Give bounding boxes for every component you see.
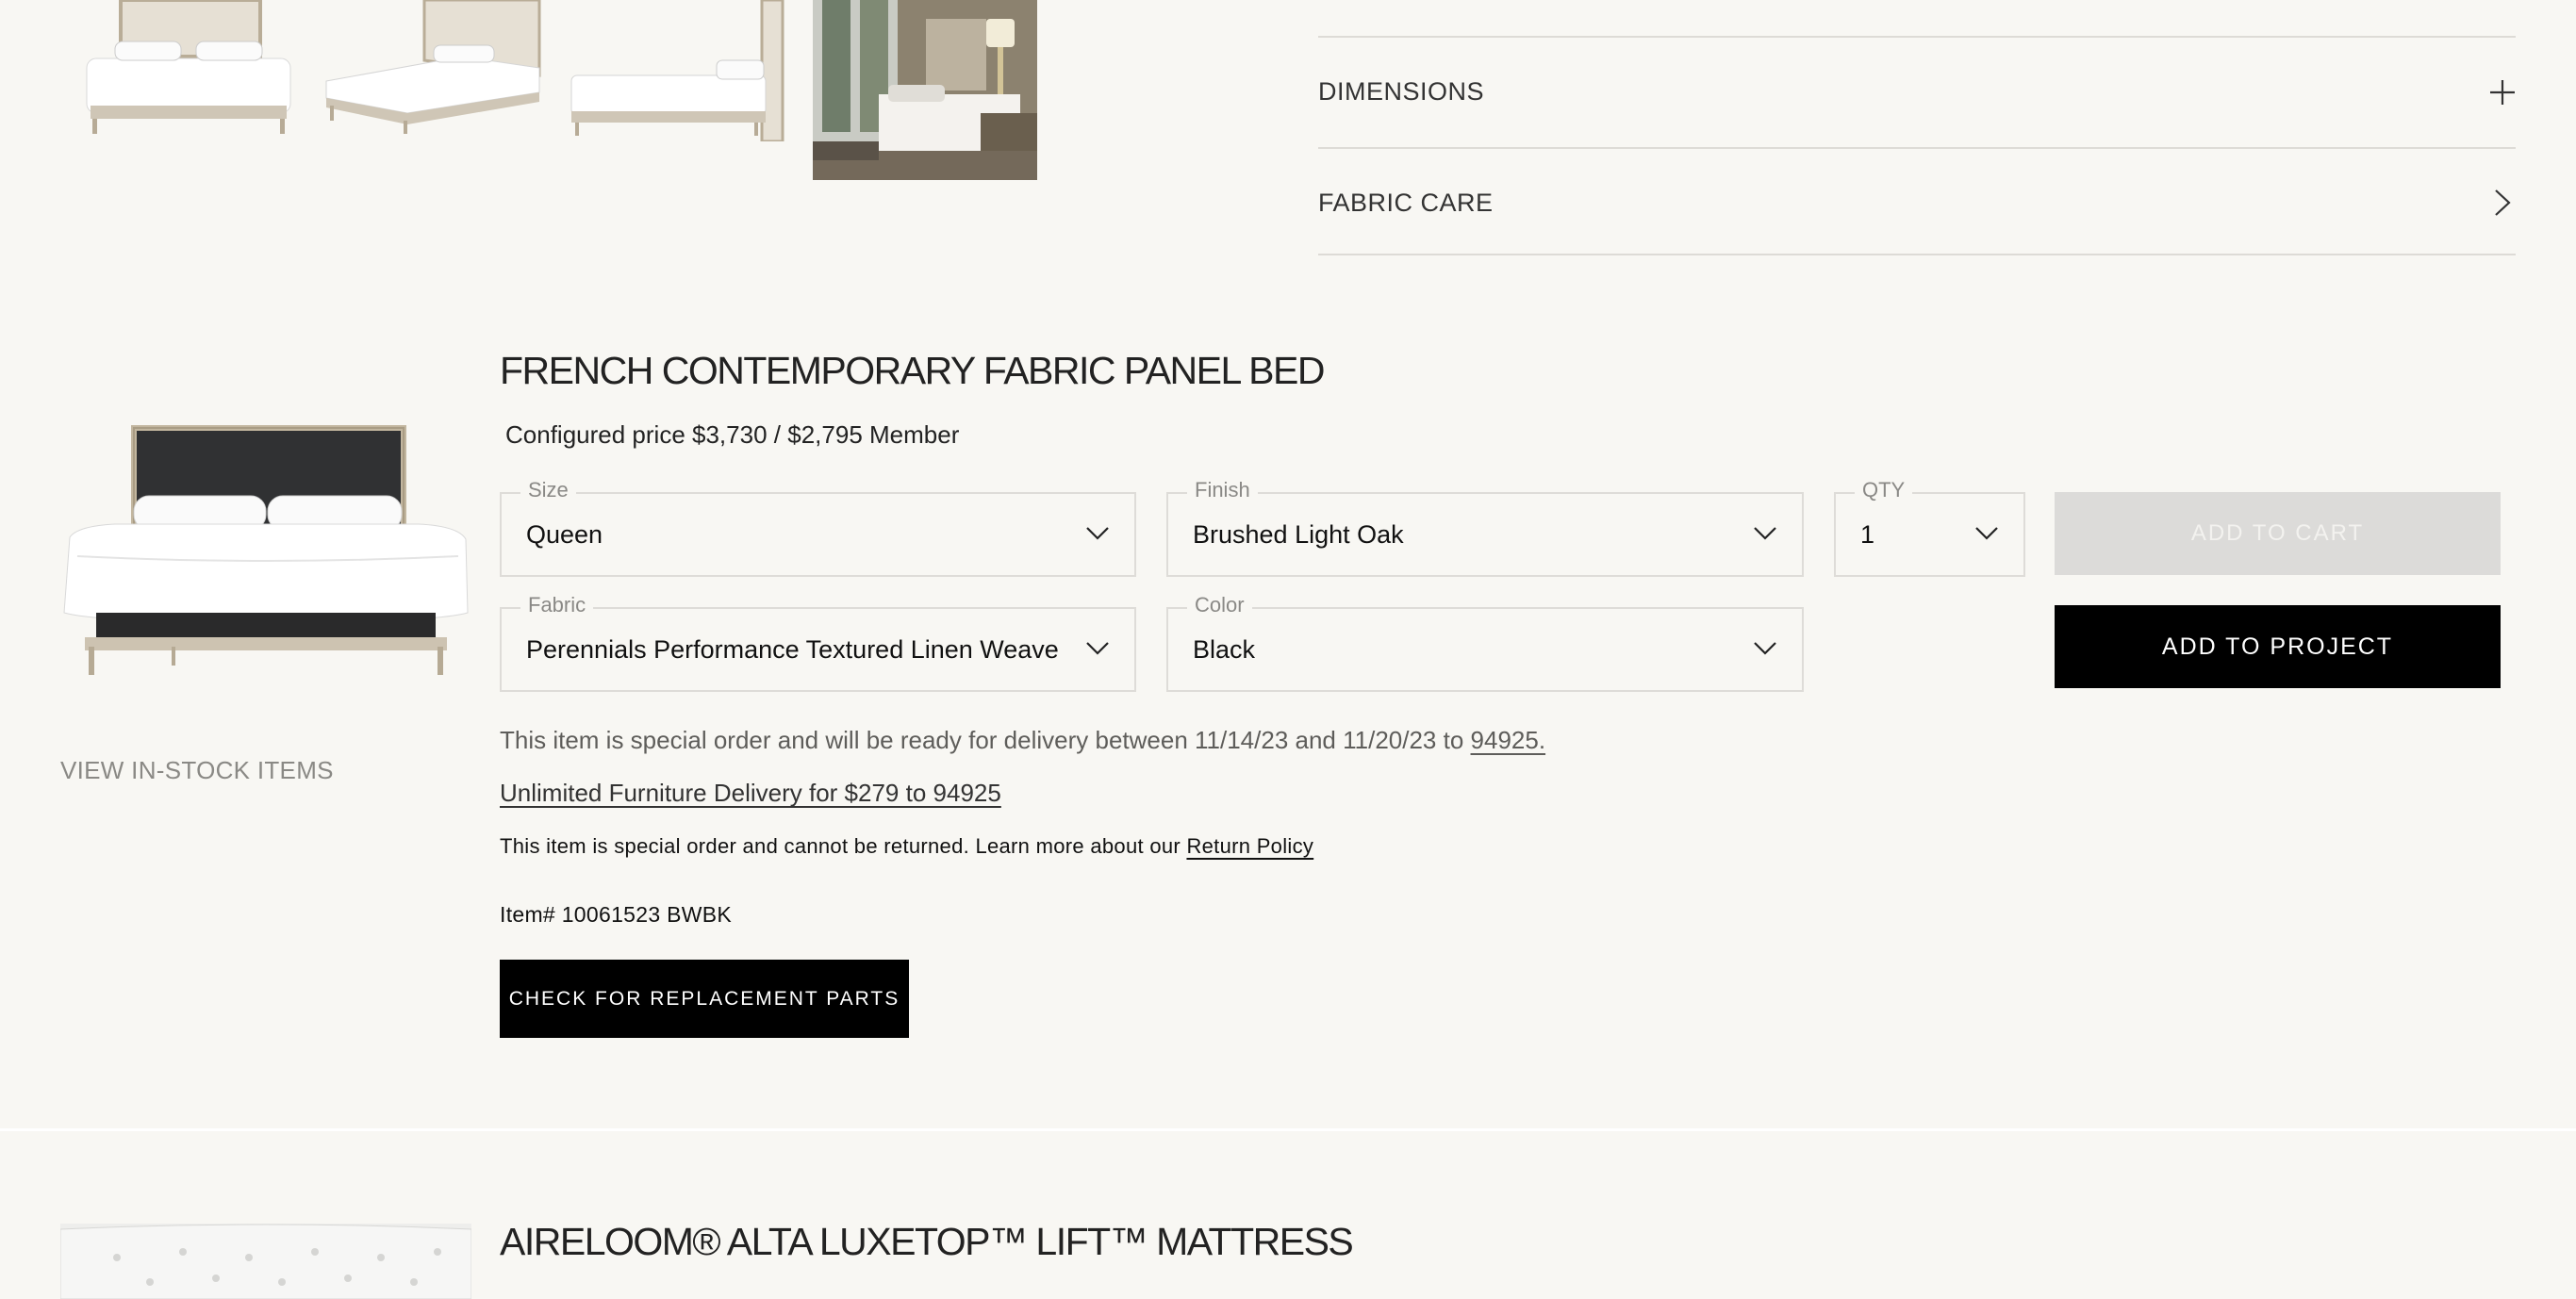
return-policy-link[interactable]: Return Policy [1186, 834, 1313, 858]
size-value: Queen [526, 519, 603, 549]
chevron-down-icon [1975, 527, 1998, 540]
next-product-title: AIRELOOM® ALTA LUXETOP™ LIFT™ MATTRESS [500, 1220, 1354, 1263]
accordion-divider [1318, 254, 2516, 255]
fabric-value: Perennials Performance Textured Linen We… [526, 634, 1059, 664]
color-select[interactable]: Color Black [1166, 593, 1804, 692]
chevron-right-icon[interactable] [2493, 189, 2512, 222]
mattress-image[interactable] [60, 1224, 471, 1299]
item-number: Item# 10061523 BWBK [500, 902, 733, 927]
view-in-stock-link[interactable]: VIEW IN-STOCK ITEMS [60, 756, 334, 785]
add-to-project-button[interactable]: ADD TO PROJECT [2055, 605, 2501, 688]
configured-price: Configured price $3,730 / $2,795 Member [505, 420, 959, 450]
price-separator: / [773, 420, 782, 449]
qty-select[interactable]: QTY 1 [1834, 478, 2025, 577]
price-regular: $3,730 [692, 420, 768, 449]
chevron-down-icon [1754, 527, 1776, 540]
price-prefix: Configured price [505, 420, 685, 449]
bed-thumbnail-side[interactable] [566, 0, 792, 141]
chevron-down-icon [1086, 642, 1109, 655]
check-replacement-parts-button[interactable]: CHECK FOR REPLACEMENT PARTS [500, 960, 909, 1038]
accordion-divider [1318, 147, 2516, 149]
size-select[interactable]: Size Queen [500, 478, 1136, 577]
chevron-down-icon [1086, 527, 1109, 540]
accordion-fabric-care-label[interactable]: FABRIC CARE [1318, 189, 1494, 218]
bed-thumbnail-angle[interactable] [321, 0, 547, 141]
bedroom-scene-thumbnail[interactable] [813, 0, 1037, 180]
qty-value: 1 [1860, 519, 1875, 549]
return-text: This item is special order and cannot be… [500, 834, 1181, 858]
delivery-text: This item is special order and will be r… [500, 726, 1464, 754]
plus-icon[interactable] [2489, 79, 2516, 110]
product-title: FRENCH CONTEMPORARY FABRIC PANEL BED [500, 349, 1326, 392]
add-to-cart-button[interactable]: ADD TO CART [2055, 492, 2501, 575]
finish-select[interactable]: Finish Brushed Light Oak [1166, 478, 1804, 577]
chevron-down-icon [1754, 642, 1776, 655]
color-value: Black [1193, 634, 1256, 664]
delivery-zip-link[interactable]: 94925. [1471, 726, 1546, 754]
finish-value: Brushed Light Oak [1193, 519, 1404, 549]
fabric-select[interactable]: Fabric Perennials Performance Textured L… [500, 593, 1136, 692]
product-image[interactable] [58, 424, 473, 679]
bed-thumbnail-front[interactable] [75, 0, 302, 141]
price-member: $2,795 Member [787, 420, 960, 449]
unlimited-delivery-link[interactable]: Unlimited Furniture Delivery for $279 to… [500, 779, 1001, 808]
section-divider [0, 1128, 2576, 1131]
accordion-divider [1318, 36, 2516, 38]
accordion-dimensions-label[interactable]: DIMENSIONS [1318, 77, 1484, 107]
return-policy-notice: This item is special order and cannot be… [500, 834, 1313, 859]
delivery-message: This item is special order and will be r… [500, 726, 1545, 755]
